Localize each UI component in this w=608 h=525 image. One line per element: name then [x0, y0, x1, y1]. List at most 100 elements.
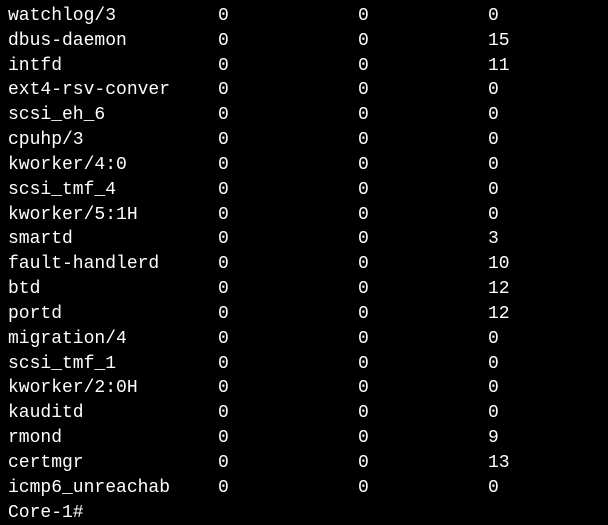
process-name: scsi_tmf_4 — [8, 178, 218, 203]
process-row: kworker/5:1H000 — [8, 203, 600, 228]
process-value-1: 0 — [218, 128, 358, 153]
process-name: rmond — [8, 426, 218, 451]
process-value-2: 0 — [358, 153, 488, 178]
process-row: scsi_tmf_1000 — [8, 352, 600, 377]
process-name: intfd — [8, 54, 218, 79]
process-value-1: 0 — [218, 352, 358, 377]
process-value-1: 0 — [218, 252, 358, 277]
process-value-2: 0 — [358, 277, 488, 302]
process-name: scsi_eh_6 — [8, 103, 218, 128]
process-value-2: 0 — [358, 54, 488, 79]
process-value-2: 0 — [358, 302, 488, 327]
process-name: portd — [8, 302, 218, 327]
process-name: kworker/2:0H — [8, 376, 218, 401]
process-value-2: 0 — [358, 203, 488, 228]
process-row: smartd003 — [8, 227, 600, 252]
process-value-3: 3 — [488, 227, 499, 252]
process-value-2: 0 — [358, 376, 488, 401]
process-value-1: 0 — [218, 153, 358, 178]
process-name: scsi_tmf_1 — [8, 352, 218, 377]
process-value-1: 0 — [218, 476, 358, 501]
process-value-1: 0 — [218, 302, 358, 327]
process-value-3: 0 — [488, 476, 499, 501]
process-value-3: 13 — [488, 451, 510, 476]
process-value-3: 0 — [488, 178, 499, 203]
process-name: smartd — [8, 227, 218, 252]
process-row: certmgr0013 — [8, 451, 600, 476]
process-value-2: 0 — [358, 78, 488, 103]
process-row: migration/4000 — [8, 327, 600, 352]
process-value-3: 0 — [488, 401, 499, 426]
process-value-2: 0 — [358, 426, 488, 451]
process-value-1: 0 — [218, 277, 358, 302]
process-name: kauditd — [8, 401, 218, 426]
process-value-1: 0 — [218, 78, 358, 103]
process-row: rmond009 — [8, 426, 600, 451]
process-name: certmgr — [8, 451, 218, 476]
process-value-2: 0 — [358, 29, 488, 54]
process-name: dbus-daemon — [8, 29, 218, 54]
terminal-output: watchlog/3000dbus-daemon0015intfd0011ext… — [8, 4, 600, 501]
process-name: icmp6_unreachab — [8, 476, 218, 501]
process-value-3: 0 — [488, 78, 499, 103]
process-row: portd0012 — [8, 302, 600, 327]
process-value-2: 0 — [358, 4, 488, 29]
process-name: btd — [8, 277, 218, 302]
process-name: kworker/5:1H — [8, 203, 218, 228]
process-value-1: 0 — [218, 29, 358, 54]
process-row: fault-handlerd0010 — [8, 252, 600, 277]
process-value-3: 0 — [488, 203, 499, 228]
process-value-1: 0 — [218, 327, 358, 352]
process-value-3: 0 — [488, 128, 499, 153]
process-name: fault-handlerd — [8, 252, 218, 277]
process-value-1: 0 — [218, 401, 358, 426]
process-name: cpuhp/3 — [8, 128, 218, 153]
process-row: btd0012 — [8, 277, 600, 302]
process-name: watchlog/3 — [8, 4, 218, 29]
process-value-3: 0 — [488, 103, 499, 128]
process-value-1: 0 — [218, 178, 358, 203]
process-row: scsi_tmf_4000 — [8, 178, 600, 203]
process-value-3: 0 — [488, 153, 499, 178]
shell-prompt[interactable]: Core-1# — [8, 501, 600, 525]
process-value-1: 0 — [218, 376, 358, 401]
process-value-3: 9 — [488, 426, 499, 451]
process-value-3: 12 — [488, 302, 510, 327]
process-value-1: 0 — [218, 103, 358, 128]
process-value-3: 0 — [488, 352, 499, 377]
process-value-2: 0 — [358, 352, 488, 377]
process-name: migration/4 — [8, 327, 218, 352]
process-value-1: 0 — [218, 4, 358, 29]
process-value-1: 0 — [218, 426, 358, 451]
process-name: ext4-rsv-conver — [8, 78, 218, 103]
process-row: intfd0011 — [8, 54, 600, 79]
process-row: cpuhp/3000 — [8, 128, 600, 153]
process-value-2: 0 — [358, 227, 488, 252]
process-value-3: 10 — [488, 252, 510, 277]
process-value-2: 0 — [358, 451, 488, 476]
process-row: watchlog/3000 — [8, 4, 600, 29]
process-value-2: 0 — [358, 103, 488, 128]
process-value-3: 0 — [488, 376, 499, 401]
process-value-3: 11 — [488, 54, 510, 79]
process-row: kworker/2:0H000 — [8, 376, 600, 401]
process-value-1: 0 — [218, 451, 358, 476]
process-value-2: 0 — [358, 128, 488, 153]
process-value-2: 0 — [358, 476, 488, 501]
process-value-2: 0 — [358, 252, 488, 277]
process-row: ext4-rsv-conver000 — [8, 78, 600, 103]
process-value-1: 0 — [218, 227, 358, 252]
process-value-1: 0 — [218, 203, 358, 228]
process-value-3: 12 — [488, 277, 510, 302]
process-name: kworker/4:0 — [8, 153, 218, 178]
process-row: icmp6_unreachab000 — [8, 476, 600, 501]
process-value-3: 0 — [488, 4, 499, 29]
process-value-2: 0 — [358, 327, 488, 352]
process-row: kauditd000 — [8, 401, 600, 426]
process-value-1: 0 — [218, 54, 358, 79]
process-value-3: 0 — [488, 327, 499, 352]
process-row: scsi_eh_6000 — [8, 103, 600, 128]
process-value-2: 0 — [358, 401, 488, 426]
process-value-3: 15 — [488, 29, 510, 54]
process-row: kworker/4:0000 — [8, 153, 600, 178]
